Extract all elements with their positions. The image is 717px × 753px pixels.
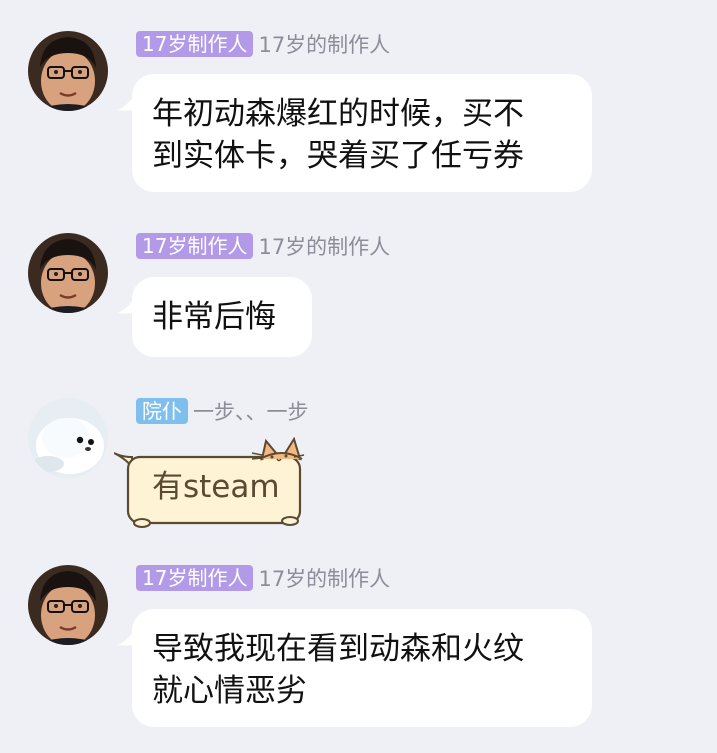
message-text-line: 导致我现在看到动森和火纹: [152, 631, 524, 667]
avatar[interactable]: [28, 31, 108, 111]
bubble-tail-shape: [118, 90, 138, 111]
person-with-glasses-avatar: [28, 31, 108, 111]
message-text-line: 就心情恶劣: [152, 673, 307, 709]
sender-meta: 17岁制作人 17岁的制作人: [136, 233, 390, 259]
member-title-badge: 17岁制作人: [136, 565, 254, 591]
member-title-badge: 院仆: [136, 398, 188, 424]
baby-seal-avatar: [28, 398, 108, 478]
message-text-line: 有steam: [152, 469, 280, 505]
sender-nickname[interactable]: 17岁的制作人: [258, 563, 390, 593]
message-text-line: 年初动森爆红的时候，买不: [152, 96, 524, 132]
chat-screen: { "messages": [ { "badge": "17岁制作人", "ba…: [0, 0, 717, 753]
sender-meta: 院仆 一步、、一步: [136, 398, 309, 424]
person-with-glasses-avatar: [28, 233, 108, 313]
bubble-tail-shape: [118, 293, 138, 314]
sender-nickname[interactable]: 一步、、一步: [193, 396, 309, 426]
avatar[interactable]: [28, 565, 108, 645]
sender-meta: 17岁制作人 17岁的制作人: [136, 31, 390, 57]
message-text-line: 非常后悔: [152, 299, 276, 335]
sender-nickname[interactable]: 17岁的制作人: [258, 231, 390, 261]
sender-nickname[interactable]: 17岁的制作人: [258, 29, 390, 59]
person-with-glasses-avatar: [28, 565, 108, 645]
member-title-badge: 17岁制作人: [136, 233, 254, 259]
avatar[interactable]: [28, 233, 108, 313]
message-text-line: 到实体卡，哭着买了任亏券: [152, 138, 524, 174]
message-bubble[interactable]: 年初动森爆红的时候，买不 到实体卡，哭着买了任亏券: [118, 74, 592, 192]
member-title-badge: 17岁制作人: [136, 31, 254, 57]
avatar[interactable]: [28, 398, 108, 478]
sender-meta: 17岁制作人 17岁的制作人: [136, 565, 390, 591]
message-bubble[interactable]: 导致我现在看到动森和火纹 就心情恶劣: [118, 609, 592, 727]
message-bubble[interactable]: 非常后悔: [118, 277, 312, 357]
bubble-tail-shape: [118, 625, 138, 646]
